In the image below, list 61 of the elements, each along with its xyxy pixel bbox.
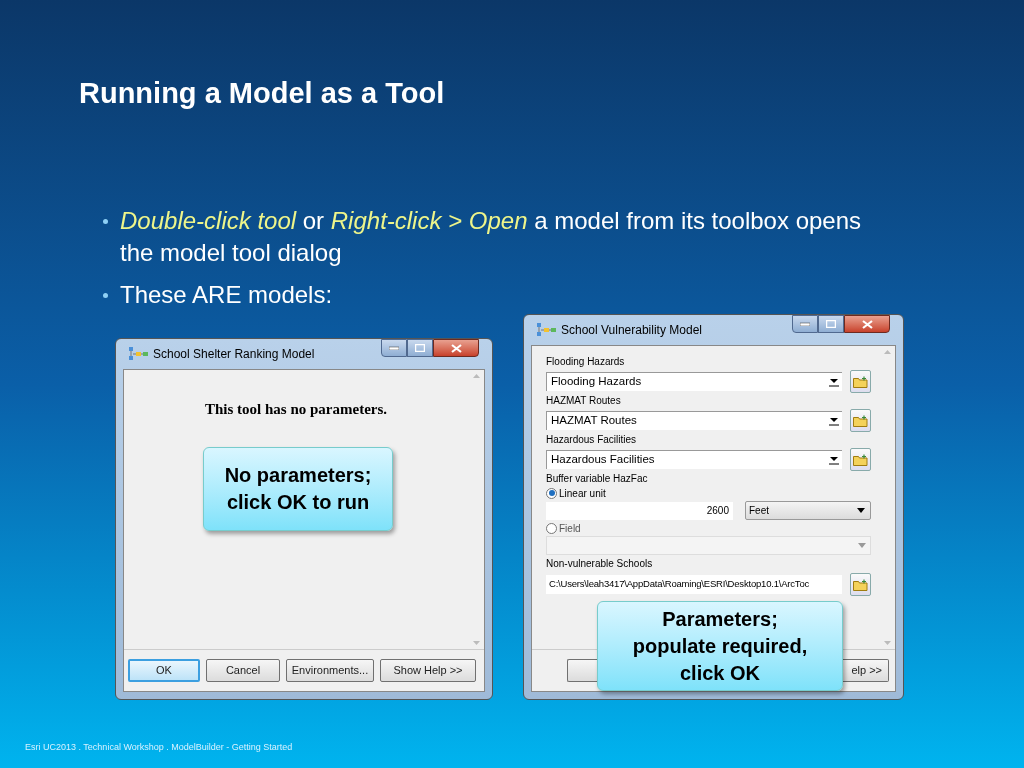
maximize-icon — [415, 344, 425, 352]
bullet-text: Double-click tool or Right-click > Open a model from its toolbox opens the model tool dialog — [120, 206, 863, 268]
close-button[interactable] — [433, 339, 479, 357]
field-label: Flooding Hazards — [546, 355, 626, 369]
folder-icon — [853, 414, 868, 427]
dialog-button[interactable]: Show Help >> — [380, 659, 476, 682]
minimize-button[interactable] — [792, 315, 818, 333]
minimize-button[interactable] — [381, 339, 407, 357]
field-label: Non-vulnerable Schools — [546, 557, 654, 571]
folder-icon — [853, 375, 868, 388]
callout-text: populate required, — [632, 633, 808, 659]
dialog-button[interactable]: OK — [128, 659, 200, 682]
browse-button[interactable] — [850, 448, 871, 471]
callout-text: click OK to run — [226, 490, 370, 515]
dropdown-arrow-icon — [829, 455, 839, 465]
maximize-icon — [826, 320, 836, 328]
dropdown-field[interactable]: HAZMAT Routes — [546, 411, 842, 430]
model-icon — [129, 347, 149, 361]
window-title: School Shelter Ranking Model — [153, 346, 316, 363]
close-button[interactable] — [844, 315, 890, 333]
dropdown-arrow-icon — [858, 543, 866, 548]
close-icon — [450, 343, 462, 353]
maximize-button[interactable] — [407, 339, 433, 357]
footer-text: Esri UC2013 . Technical Workshop . ModelBuilder - Getting Started — [25, 741, 293, 754]
dropdown-arrow-icon — [829, 377, 839, 387]
number-field[interactable]: 2600 — [546, 501, 733, 520]
dropdown-field[interactable] — [546, 536, 871, 555]
radio-label: Field — [559, 521, 581, 536]
dropdown-field[interactable]: Hazardous Facilities — [546, 450, 842, 469]
minimize-icon — [389, 346, 399, 350]
dropdown-arrow-icon — [829, 416, 839, 426]
bullet-text: These ARE models: — [120, 280, 333, 310]
unit-dropdown[interactable]: Feet — [745, 501, 871, 520]
field-label: HAZMAT Routes — [546, 394, 622, 408]
folder-icon — [853, 578, 868, 591]
window-title: School Vulnerability Model — [561, 322, 703, 339]
callout-text: Parameters; — [662, 606, 778, 632]
dialog-button[interactable]: Cancel — [206, 659, 280, 682]
radio-button[interactable] — [546, 522, 557, 534]
dropdown-arrow-icon — [857, 508, 865, 513]
field-label: Buffer variable HazFac — [546, 472, 649, 486]
dialog-button[interactable]: elp >> — [843, 659, 889, 682]
message-text: This tool has no parameters. — [204, 400, 388, 419]
dialog-button[interactable]: Environments... — [286, 659, 374, 682]
callout-text: No parameters; — [224, 463, 372, 488]
model-icon — [537, 323, 557, 337]
field-label: Hazardous Facilities — [546, 433, 638, 447]
callout-text: click OK — [679, 660, 760, 686]
minimize-icon — [800, 322, 810, 326]
radio-button[interactable] — [546, 487, 557, 499]
browse-button[interactable] — [850, 409, 871, 432]
slide-title: Running a Model as a Tool — [79, 76, 445, 111]
browse-button[interactable] — [850, 573, 871, 596]
folder-icon — [853, 453, 868, 466]
browse-button[interactable] — [850, 370, 871, 393]
close-icon — [861, 319, 873, 329]
radio-label: Linear unit — [559, 486, 606, 501]
path-field[interactable]: C:\Users\leah3417\AppData\Roaming\ESRI\Desktop10.1\ArcToc — [546, 575, 842, 594]
maximize-button[interactable] — [818, 315, 844, 333]
dropdown-field[interactable]: Flooding Hazards — [546, 372, 842, 391]
dialog-button[interactable] — [567, 659, 597, 682]
